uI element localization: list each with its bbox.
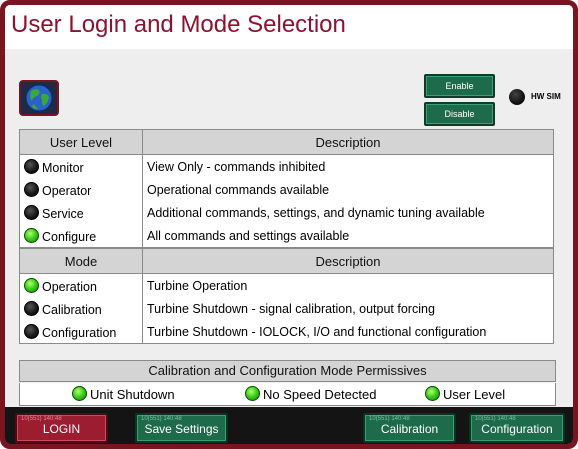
save-settings-button[interactable]: 10(551) 140:48 Save Settings	[135, 413, 228, 443]
mode-row[interactable]: Calibration Turbine Shutdown - signal ca…	[19, 297, 554, 320]
bottom-nav-bar: 10(551) 140:48 LOGIN 10(551) 140:48 Save…	[5, 407, 573, 444]
configuration-button-label: Configuration	[481, 422, 553, 436]
user-level-label: Operator	[42, 183, 92, 198]
no-speed-led-indicator	[245, 386, 260, 401]
permissive-item: No Speed Detected	[245, 386, 376, 402]
globe-icon[interactable]	[19, 80, 59, 116]
mode-cell[interactable]: Calibration	[19, 297, 143, 320]
mode-label: Configuration	[42, 325, 117, 340]
page-title: User Login and Mode Selection	[11, 11, 346, 38]
user-level-row[interactable]: Configure All commands and settings avai…	[19, 224, 554, 248]
unit-shutdown-led-indicator	[72, 386, 87, 401]
mode-row[interactable]: Operation Turbine Operation	[19, 273, 554, 297]
service-led-indicator	[24, 204, 39, 220]
login-button-label: LOGIN	[42, 422, 81, 436]
user-level-description: Operational commands available	[142, 178, 554, 201]
disable-button[interactable]: Disable	[424, 102, 495, 126]
hw-sim-label: HW SIM	[531, 92, 561, 101]
user-level-header-row: User Level Description	[19, 129, 554, 155]
mode-cell[interactable]: Configuration	[19, 320, 143, 344]
permissive-item: Unit Shutdown	[72, 386, 175, 402]
save-settings-button-tag: 10(551) 140:48	[141, 416, 182, 422]
permissive-label: No Speed Detected	[263, 387, 377, 402]
calibration-led-indicator	[24, 300, 39, 316]
user-level-description: Additional commands, settings, and dynam…	[142, 201, 554, 224]
operation-led-indicator	[24, 277, 39, 293]
user-level-cell[interactable]: Service	[19, 201, 143, 224]
configure-led-indicator	[24, 227, 39, 243]
mode-cell[interactable]: Operation	[19, 273, 143, 297]
user-level-description: All commands and settings available	[142, 224, 554, 248]
user-level-row[interactable]: Service Additional commands, settings, a…	[19, 201, 554, 224]
permissive-label: User Level	[443, 387, 506, 402]
configuration-button[interactable]: 10(551) 140:48 Configuration	[469, 413, 565, 443]
title-bar: User Login and Mode Selection	[5, 5, 573, 49]
configuration-led-indicator	[24, 323, 39, 339]
mode-header: Mode	[19, 248, 143, 274]
mode-table: Mode Description Operation Turbine Opera…	[19, 248, 554, 344]
screen-frame: User Login and Mode Selection Enable Dis…	[0, 0, 578, 449]
user-level-table: User Level Description Monitor View Only…	[19, 129, 554, 248]
user-level-label: Service	[42, 206, 84, 221]
permissives-header: Calibration and Configuration Mode Permi…	[19, 360, 556, 382]
mode-description-header: Description	[142, 248, 554, 274]
save-settings-button-label: Save Settings	[144, 422, 219, 436]
mode-label: Operation	[42, 279, 97, 294]
user-level-label: Configure	[42, 229, 97, 244]
mode-description: Turbine Shutdown - IOLOCK, I/O and funct…	[142, 320, 554, 344]
mode-description: Turbine Shutdown - signal calibration, o…	[142, 297, 554, 320]
user-level-description: View Only - commands inhibited	[142, 154, 554, 178]
calibration-button-tag: 10(551) 140:48	[369, 416, 410, 422]
monitor-led-indicator	[24, 158, 39, 174]
permissive-item: User Level	[425, 386, 505, 402]
user-level-header: User Level	[19, 129, 143, 155]
mode-description: Turbine Operation	[142, 273, 554, 297]
calibration-button[interactable]: 10(551) 140:48 Calibration	[363, 413, 456, 443]
mode-row[interactable]: Configuration Turbine Shutdown - IOLOCK,…	[19, 320, 554, 344]
user-level-label: Monitor	[42, 160, 84, 175]
configuration-button-tag: 10(551) 140:48	[475, 416, 516, 422]
user-level-cell[interactable]: Operator	[19, 178, 143, 201]
user-level-cell[interactable]: Monitor	[19, 154, 143, 178]
permissives-row: Unit Shutdown No Speed Detected User Lev…	[19, 383, 556, 406]
user-description-header: Description	[142, 129, 554, 155]
user-level-led-indicator	[425, 386, 440, 401]
login-button[interactable]: 10(551) 140:48 LOGIN	[15, 413, 108, 443]
user-level-cell[interactable]: Configure	[19, 224, 143, 248]
mode-label: Calibration	[42, 302, 102, 317]
operator-led-indicator	[24, 181, 39, 197]
login-button-tag: 10(551) 140:48	[21, 416, 62, 422]
calibration-button-label: Calibration	[380, 422, 439, 436]
enable-button[interactable]: Enable	[424, 74, 495, 98]
user-level-row[interactable]: Operator Operational commands available	[19, 178, 554, 201]
hw-sim-indicator	[509, 89, 525, 105]
mode-header-row: Mode Description	[19, 248, 554, 274]
permissive-label: Unit Shutdown	[90, 387, 175, 402]
user-level-row[interactable]: Monitor View Only - commands inhibited	[19, 154, 554, 178]
